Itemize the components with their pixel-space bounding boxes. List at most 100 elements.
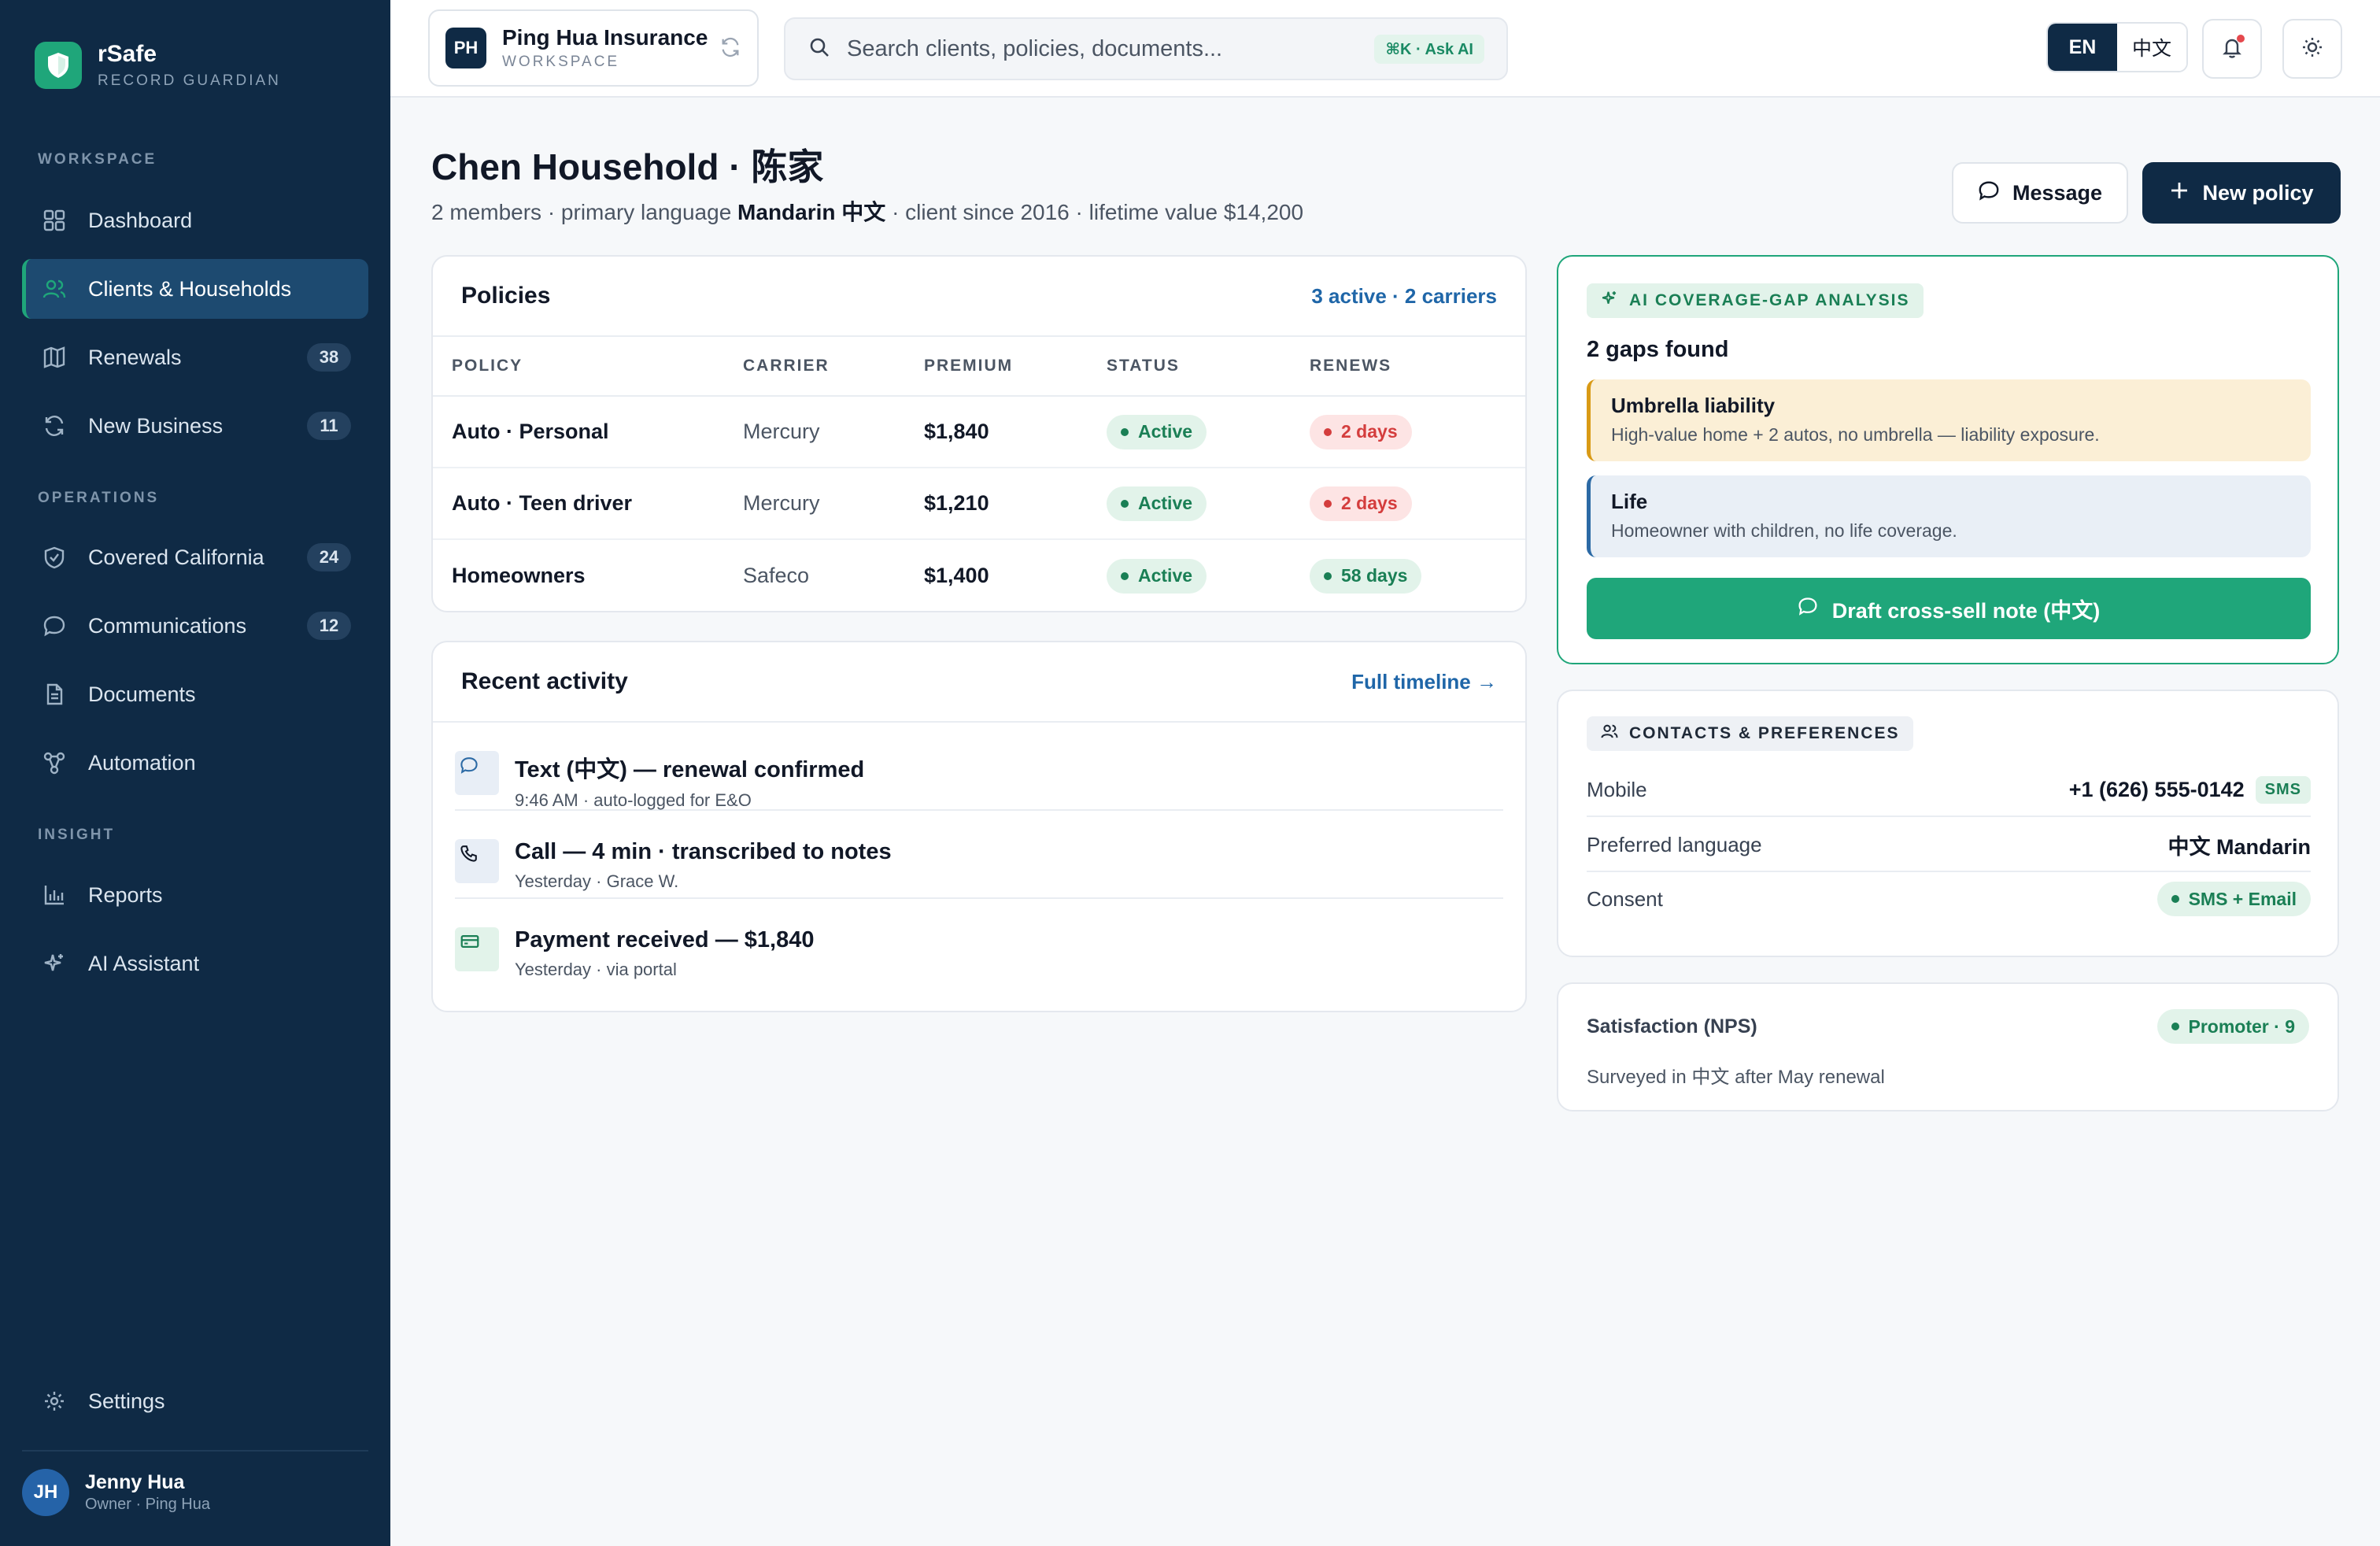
- nps-description: Surveyed in 中文 after May renewal: [1587, 1067, 1885, 1088]
- sidebar-item-dashboard[interactable]: Dashboard: [22, 190, 368, 250]
- sidebar-item-label: AI Assistant: [88, 951, 200, 975]
- gap-life[interactable]: Life Homeowner with children, no life co…: [1587, 475, 2311, 557]
- table-row[interactable]: Auto · Teen driver Mercury $1,210 Active…: [433, 468, 1525, 540]
- gap-description: Homeowner with children, no life coverag…: [1611, 520, 1957, 541]
- credit-card-icon: [455, 927, 499, 971]
- table-row[interactable]: Homeowners Safeco $1,400 Active 58 days: [433, 540, 1525, 611]
- grid-icon: [41, 207, 68, 234]
- user-profile[interactable]: JH Jenny Hua Owner · Ping Hua: [22, 1469, 210, 1516]
- gap-title: Life: [1611, 490, 1648, 513]
- message-button[interactable]: Message: [1952, 162, 2128, 224]
- brand-name: rSafe: [98, 41, 157, 67]
- document-icon: [41, 681, 68, 708]
- column-header-renews[interactable]: RENEWS: [1310, 357, 1499, 375]
- brand[interactable]: rSafe RECORD GUARDIAN: [35, 41, 281, 90]
- contacts-preferences-card: CONTACTS & PREFERENCES Mobile +1 (626) 5…: [1557, 690, 2339, 957]
- sidebar-item-label: New Business: [88, 413, 224, 438]
- workspace-label: WORKSPACE: [502, 54, 620, 70]
- policy-premium: $1,400: [924, 564, 989, 587]
- new-policy-button[interactable]: New policy: [2142, 162, 2341, 224]
- nav-section-operations: OPERATIONS: [38, 490, 160, 506]
- workspace-name: Ping Hua Insurance: [502, 25, 708, 50]
- column-header-status[interactable]: STATUS: [1107, 357, 1310, 375]
- shield-logo-icon: [35, 42, 82, 89]
- column-header-policy[interactable]: POLICY: [433, 357, 743, 375]
- workflow-icon: [41, 749, 68, 776]
- ai-coverage-gap-card: AI COVERAGE-GAP ANALYSIS 2 gaps found Um…: [1557, 255, 2339, 664]
- table-row[interactable]: Auto · Personal Mercury $1,840 Active 2 …: [433, 397, 1525, 468]
- list-item[interactable]: Payment received — $1,840 Yesterday · vi…: [455, 899, 1503, 987]
- gap-title: Umbrella liability: [1611, 394, 1776, 417]
- policy-carrier: Mercury: [743, 491, 820, 515]
- plus-icon: [2169, 180, 2202, 206]
- user-role: Owner · Ping Hua: [85, 1496, 210, 1513]
- sidebar-item-settings[interactable]: Settings: [22, 1371, 368, 1431]
- renews-badge: 58 days: [1310, 558, 1422, 594]
- sidebar-item-reports[interactable]: Reports: [22, 865, 368, 925]
- switch-workspace-icon[interactable]: [719, 36, 741, 62]
- activity-meta: Yesterday · via portal: [515, 960, 677, 979]
- subtitle-suffix: · client since 2016 · lifetime value $14…: [885, 200, 1304, 224]
- notifications-button[interactable]: [2202, 19, 2262, 79]
- list-item[interactable]: Call — 4 min · transcribed to notes Yest…: [455, 811, 1503, 899]
- status-badge: Active: [1107, 486, 1207, 521]
- activity-title-text: Text (中文) — renewal confirmed: [515, 757, 865, 782]
- nav-section-insight: INSIGHT: [38, 827, 116, 843]
- subtitle-prefix: 2 members · primary language: [431, 200, 738, 224]
- policies-summary-link[interactable]: 3 active · 2 carriers: [1311, 284, 1497, 309]
- sidebar-item-clients-households[interactable]: Clients & Households: [22, 259, 368, 319]
- list-item[interactable]: Text (中文) — renewal confirmed 9:46 AM · …: [455, 723, 1503, 811]
- sidebar-item-label: Reports: [88, 882, 163, 907]
- contact-row-mobile: Mobile +1 (626) 555-0142 SMS: [1587, 764, 2311, 817]
- lang-zh-button[interactable]: 中文: [2117, 24, 2186, 71]
- workspace-logo: PH: [445, 28, 486, 68]
- policies-table-header: POLICY CARRIER PREMIUM STATUS RENEWS: [433, 337, 1525, 397]
- gap-umbrella-liability[interactable]: Umbrella liability High-value home + 2 a…: [1587, 379, 2311, 461]
- users-icon: [1601, 723, 1629, 745]
- sidebar-item-communications[interactable]: Communications 12: [22, 596, 368, 656]
- mobile-number[interactable]: +1 (626) 555-0142: [2069, 778, 2245, 802]
- phone-icon: [455, 839, 499, 883]
- sidebar-item-new-business[interactable]: New Business 11: [22, 396, 368, 456]
- draft-cross-sell-note-button[interactable]: Draft cross-sell note (中文): [1587, 578, 2311, 639]
- sidebar-item-ai-assistant[interactable]: AI Assistant: [22, 934, 368, 993]
- language-toggle[interactable]: EN 中文: [2046, 22, 2188, 72]
- sidebar-item-covered-california[interactable]: Covered California 24: [22, 527, 368, 587]
- full-timeline-link[interactable]: Full timeline →: [1351, 670, 1497, 694]
- activity-meta: Yesterday · Grace W.: [515, 871, 679, 891]
- sidebar-item-renewals[interactable]: Renewals 38: [22, 327, 368, 387]
- brand-tagline: RECORD GUARDIAN: [98, 72, 281, 89]
- sidebar: rSafe RECORD GUARDIAN WORKSPACE Dashboar…: [0, 0, 390, 1546]
- sidebar-item-label: Automation: [88, 750, 196, 775]
- search-input[interactable]: [847, 35, 1351, 62]
- ai-analysis-tag: AI COVERAGE-GAP ANALYSIS: [1587, 283, 1924, 318]
- recent-activity-card: Recent activity Full timeline → Text (中文…: [431, 641, 1527, 1012]
- contacts-tag: CONTACTS & PREFERENCES: [1587, 716, 1914, 751]
- primary-language: Mandarin 中文: [737, 200, 886, 224]
- notification-dot: [2237, 35, 2245, 43]
- workspace-switcher[interactable]: PH Ping Hua Insurance WORKSPACE: [428, 9, 759, 87]
- page-subtitle: 2 members · primary language Mandarin 中文…: [431, 195, 1303, 227]
- avatar: JH: [22, 1469, 69, 1516]
- search-bar[interactable]: ⌘K · Ask AI: [784, 17, 1508, 80]
- nps-promoter-badge: Promoter · 9: [2156, 1009, 2309, 1044]
- sidebar-item-label: Settings: [88, 1389, 165, 1413]
- nav-section-workspace: WORKSPACE: [38, 151, 157, 168]
- sidebar-item-automation[interactable]: Automation: [22, 733, 368, 793]
- sun-icon: [2301, 35, 2324, 63]
- theme-toggle-button[interactable]: [2282, 19, 2342, 79]
- new-business-count-badge: 11: [307, 412, 351, 440]
- message-button-label: Message: [2012, 180, 2103, 205]
- sidebar-item-label: Clients & Households: [88, 276, 292, 301]
- map-icon: [41, 344, 68, 371]
- pref-label: Preferred language: [1587, 832, 1762, 856]
- chat-icon: [1798, 596, 1832, 622]
- policy-name: Auto · Teen driver: [452, 491, 633, 515]
- sparkle-icon: [1601, 290, 1629, 312]
- activity-title-text: Payment received — $1,840: [515, 927, 815, 952]
- sidebar-item-documents[interactable]: Documents: [22, 664, 368, 724]
- sidebar-item-label: Dashboard: [88, 208, 193, 232]
- lang-en-button[interactable]: EN: [2048, 24, 2117, 71]
- column-header-carrier[interactable]: CARRIER: [743, 357, 924, 375]
- column-header-premium[interactable]: PREMIUM: [924, 357, 1107, 375]
